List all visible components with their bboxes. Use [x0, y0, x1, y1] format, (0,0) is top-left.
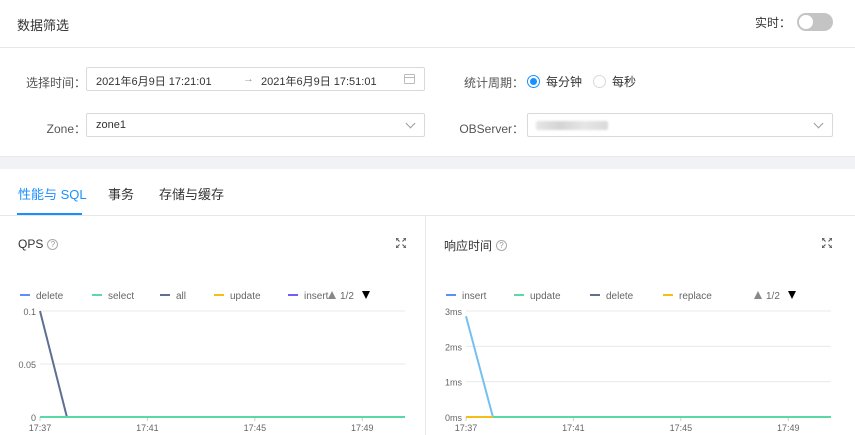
radio-unchecked-icon[interactable]	[593, 75, 606, 88]
legend-label: replace	[679, 291, 712, 302]
y-tick-label: 0.1	[23, 307, 36, 317]
switch-knob	[799, 15, 813, 29]
realtime-switch[interactable]	[797, 13, 833, 31]
y-tick-label: 0ms	[445, 413, 463, 423]
filter-title: 数据筛选	[17, 18, 70, 33]
legend-label: insert	[304, 291, 329, 302]
chevron-down-icon[interactable]	[813, 118, 824, 129]
qps-chart: delete select all update insert 1/2 0 0.05 0.1 17…	[18, 291, 405, 433]
rt-chart: insert update delete replace 1/2 0ms 1ms 2ms 3ms…	[445, 291, 831, 433]
legend-label: all	[176, 291, 186, 302]
y-tick-label: 2ms	[445, 342, 463, 352]
pager-next-icon	[788, 291, 796, 299]
time-label: 选择时间：	[25, 76, 86, 90]
qps-title: QPS	[18, 237, 44, 251]
pager-prev-icon	[754, 291, 762, 299]
y-tick-label: 0.05	[18, 360, 36, 370]
tab-transaction[interactable]: 事务	[108, 184, 134, 203]
qps-panel: QPS ? delete select all update insert 1/2 0 0.0…	[0, 216, 425, 435]
rt-title-group: 响应时间 ?	[444, 237, 508, 254]
y-tick-label: 0	[31, 413, 36, 423]
x-tick-label: 17:49	[351, 423, 374, 433]
tab-performance-sql[interactable]: 性能与 SQL	[18, 184, 87, 203]
help-icon[interactable]: ?	[496, 240, 508, 251]
realtime-toggle-group: 实时：	[755, 13, 833, 31]
radio-checked-icon[interactable]	[527, 75, 540, 88]
legend-label: update	[530, 291, 561, 302]
legend-label: update	[230, 291, 261, 302]
zone-select[interactable]: zone1	[86, 113, 425, 137]
help-icon[interactable]: ?	[47, 238, 59, 250]
legend-label: delete	[606, 291, 634, 302]
chevron-down-icon[interactable]	[405, 118, 416, 129]
qps-title-group: QPS ?	[18, 237, 59, 251]
tab-storage-cache[interactable]: 存储与缓存	[159, 184, 224, 203]
time-end[interactable]: 2021年6月9日 17:51:01	[261, 73, 377, 89]
filter-header: 数据筛选 实时：	[0, 0, 855, 48]
rt-title: 响应时间	[444, 239, 493, 253]
legend-label: select	[108, 291, 134, 302]
zone-value: zone1	[96, 119, 126, 131]
legend-label: insert	[462, 291, 487, 302]
x-tick-label: 17:45	[670, 423, 693, 433]
pager-next-icon	[362, 291, 370, 299]
x-tick-label: 17:37	[29, 423, 52, 433]
calendar-icon[interactable]	[404, 74, 415, 84]
period-label: 统计周期：	[463, 76, 524, 90]
time-range-picker[interactable]: 2021年6月9日 17:21:01 → 2021年6月9日 17:51:01	[86, 67, 425, 91]
x-tick-label: 17:45	[244, 423, 267, 433]
period-option-minute[interactable]: 每分钟	[527, 73, 582, 90]
period-option-second[interactable]: 每秒	[593, 73, 636, 90]
expand-icon[interactable]	[822, 238, 832, 248]
observer-value-redacted	[536, 121, 608, 130]
observer-select[interactable]	[527, 113, 833, 137]
realtime-label: 实时：	[754, 15, 791, 30]
x-tick-label: 17:49	[777, 423, 800, 433]
legend-label: delete	[36, 291, 64, 302]
time-start[interactable]: 2021年6月9日 17:21:01	[96, 73, 212, 89]
x-tick-label: 17:41	[562, 423, 585, 433]
y-tick-label: 3ms	[445, 307, 463, 317]
expand-icon[interactable]	[396, 238, 406, 248]
pager-label: 1/2	[340, 291, 354, 302]
observer-label: OBServer：	[459, 122, 524, 136]
pager-label: 1/2	[766, 291, 780, 302]
series-line-insert	[465, 316, 831, 418]
rt-panel: 响应时间 ? insert update delete replace 1/2 0ms 1m…	[426, 216, 855, 435]
range-arrow: →	[243, 73, 254, 85]
period-option-label: 每秒	[612, 75, 637, 89]
metrics-card: 性能与 SQL 事务 存储与缓存 QPS ? delete select all up…	[0, 169, 855, 435]
x-tick-label: 17:41	[136, 423, 159, 433]
active-tab-indicator	[17, 213, 82, 215]
tab-bar: 性能与 SQL 事务 存储与缓存	[0, 169, 855, 216]
filter-card: 数据筛选 实时： 选择时间： 2021年6月9日 17:21:01 → 2021…	[0, 0, 855, 157]
zone-label: Zone：	[46, 122, 86, 136]
x-tick-label: 17:37	[455, 423, 478, 433]
y-tick-label: 1ms	[445, 378, 463, 388]
period-option-label: 每分钟	[546, 75, 583, 89]
pager-prev-icon	[328, 291, 336, 299]
